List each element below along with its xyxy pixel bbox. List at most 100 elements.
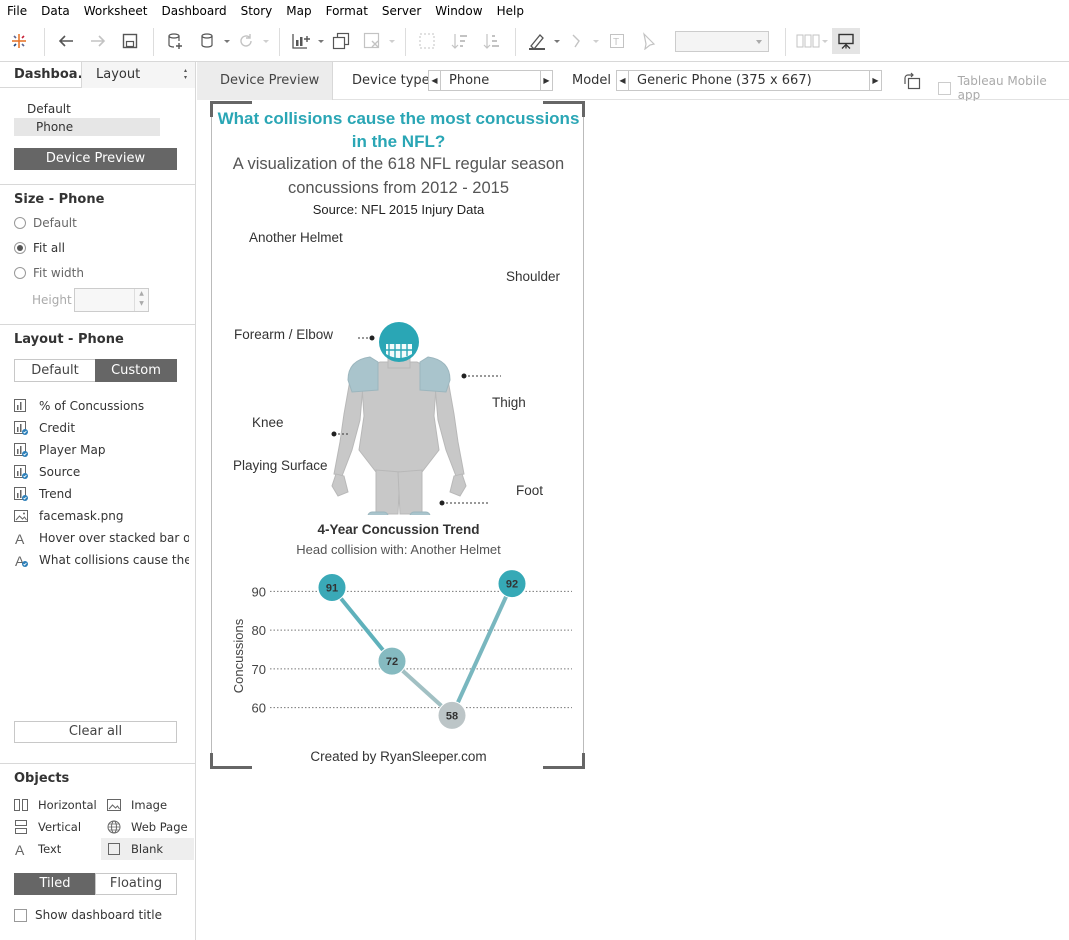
label-another-helmet[interactable]: Another Helmet <box>249 230 343 245</box>
show-me-icon[interactable] <box>795 30 829 52</box>
object-label: Text <box>38 842 62 856</box>
panel-tabs: Dashboa... Layout <box>0 62 195 88</box>
save-icon[interactable] <box>120 30 140 52</box>
sort-descending-icon[interactable] <box>482 30 502 52</box>
size-default-radio[interactable]: Default <box>14 215 77 231</box>
highlight-icon[interactable] <box>527 30 561 52</box>
show-dashboard-title-label: Show dashboard title <box>35 908 162 922</box>
label-knee[interactable]: Knee <box>252 415 284 430</box>
new-data-source-icon[interactable] <box>165 30 185 52</box>
text-object-used-icon: A <box>14 553 28 569</box>
data-source-dropdown-icon[interactable] <box>197 30 231 52</box>
next-arrow-icon[interactable]: ▶ <box>540 71 552 90</box>
sheet-item[interactable]: Source <box>14 461 189 483</box>
tab-layout[interactable]: Layout <box>82 62 195 88</box>
sheet-item[interactable]: Trend <box>14 483 189 505</box>
sheet-item[interactable]: A Hover over stacked bar o... <box>14 527 189 549</box>
dashboard-subtitle: A visualization of the 618 NFL regular s… <box>232 155 565 197</box>
sheet-label: % of Concussions <box>39 399 145 413</box>
device-preview-bar: Device Preview Device type ◀ Phone ▶ Mod… <box>197 62 1069 102</box>
refresh-icon[interactable] <box>236 30 270 52</box>
label-playing-surface[interactable]: Playing Surface <box>233 458 328 473</box>
height-stepper-icon[interactable]: ▲ ▼ <box>134 289 148 311</box>
device-preview-button[interactable]: Device Preview <box>14 148 177 170</box>
label-thigh[interactable]: Thigh <box>492 395 526 410</box>
next-arrow-icon[interactable]: ▶ <box>869 71 881 90</box>
tableau-logo-icon[interactable] <box>8 30 30 52</box>
model-value: Generic Phone (375 x 667) <box>637 73 812 88</box>
size-fit-all-radio[interactable]: Fit all <box>14 240 65 256</box>
device-default[interactable]: Default <box>27 102 71 116</box>
sheet-label: What collisions cause the... <box>39 553 189 567</box>
height-input[interactable]: ▲ ▼ <box>74 288 149 312</box>
device-type-value: Phone <box>449 73 490 88</box>
tiled-button[interactable]: Tiled <box>14 873 96 895</box>
object-blank[interactable]: Blank <box>101 838 194 860</box>
model-selector[interactable]: ◀ Generic Phone (375 x 667) ▶ <box>616 70 882 91</box>
height-label: Height <box>32 293 72 307</box>
trend-chart[interactable]: 60 70 80 90 91 72 58 92 Concussions <box>212 562 585 742</box>
object-web-page[interactable]: Web Page <box>107 816 188 838</box>
sheet-item[interactable]: facemask.png <box>14 505 189 527</box>
sheet-item[interactable]: Player Map <box>14 439 189 461</box>
previous-arrow-icon[interactable]: ◀ <box>617 71 629 90</box>
label-forearm-elbow[interactable]: Forearm / Elbow <box>234 327 333 342</box>
size-fit-width-radio[interactable]: Fit width <box>14 265 84 281</box>
dashboard-canvas: What collisions cause the most concussio… <box>197 101 1069 940</box>
device-phone[interactable]: Phone <box>14 118 160 136</box>
menu-story[interactable]: Story <box>234 4 280 18</box>
fit-dropdown[interactable] <box>675 31 769 52</box>
previous-arrow-icon[interactable]: ◀ <box>429 71 441 90</box>
show-mark-labels-icon[interactable]: T <box>607 30 627 52</box>
clear-all-button[interactable]: Clear all <box>14 721 177 743</box>
menu-format[interactable]: Format <box>319 4 375 18</box>
show-dashboard-title-checkbox[interactable]: Show dashboard title <box>14 908 162 922</box>
trend-line-segment <box>450 582 514 717</box>
sort-ascending-icon[interactable] <box>450 30 470 52</box>
object-text[interactable]: A Text <box>14 838 61 860</box>
object-label: Horizontal <box>38 798 97 812</box>
menu-dashboard[interactable]: Dashboard <box>154 4 233 18</box>
tableau-mobile-app-checkbox[interactable]: Tableau Mobile app <box>938 74 1069 102</box>
device-type-selector[interactable]: ◀ Phone ▶ <box>428 70 553 91</box>
duplicate-sheet-icon[interactable] <box>331 30 351 52</box>
blank-icon <box>107 842 121 856</box>
menu-data[interactable]: Data <box>34 4 77 18</box>
menu-server[interactable]: Server <box>375 4 428 18</box>
label-foot[interactable]: Foot <box>516 483 543 498</box>
rotate-device-icon[interactable] <box>900 70 922 92</box>
menu-worksheet[interactable]: Worksheet <box>77 4 155 18</box>
undo-icon[interactable] <box>56 30 76 52</box>
swap-icon[interactable] <box>417 30 437 52</box>
fix-axes-icon[interactable] <box>637 30 657 52</box>
layout-default-button[interactable]: Default <box>14 359 96 382</box>
object-horizontal[interactable]: Horizontal <box>14 794 97 816</box>
tab-dashboard[interactable]: Dashboa... <box>0 62 82 88</box>
object-image[interactable]: Image <box>107 794 167 816</box>
object-vertical[interactable]: Vertical <box>14 816 81 838</box>
menu-file[interactable]: File <box>0 4 34 18</box>
menu-help[interactable]: Help <box>490 4 531 18</box>
menu-map[interactable]: Map <box>279 4 318 18</box>
svg-text:A: A <box>15 842 25 856</box>
floating-button[interactable]: Floating <box>95 873 177 895</box>
new-worksheet-icon[interactable] <box>289 30 325 52</box>
worksheet-used-icon <box>14 421 28 435</box>
object-label: Image <box>131 798 168 812</box>
group-members-icon[interactable] <box>566 30 600 52</box>
sheet-item[interactable]: Credit <box>14 417 189 439</box>
worksheet-icon <box>14 399 28 413</box>
label-shoulder[interactable]: Shoulder <box>506 269 560 284</box>
device-preview-tab[interactable]: Device Preview <box>197 62 333 100</box>
sheet-item[interactable]: A What collisions cause the... <box>14 549 189 571</box>
sheet-label: facemask.png <box>39 509 124 523</box>
layout-custom-button[interactable]: Custom <box>95 359 177 382</box>
presentation-mode-icon[interactable] <box>832 28 860 54</box>
toolbar: T <box>0 22 1069 62</box>
clear-sheet-icon[interactable] <box>362 30 396 52</box>
sheet-label: Trend <box>39 487 72 501</box>
redo-icon[interactable] <box>88 30 108 52</box>
objects-header: Objects <box>14 771 70 786</box>
menu-window[interactable]: Window <box>428 4 489 18</box>
sheet-item[interactable]: % of Concussions <box>14 395 189 417</box>
